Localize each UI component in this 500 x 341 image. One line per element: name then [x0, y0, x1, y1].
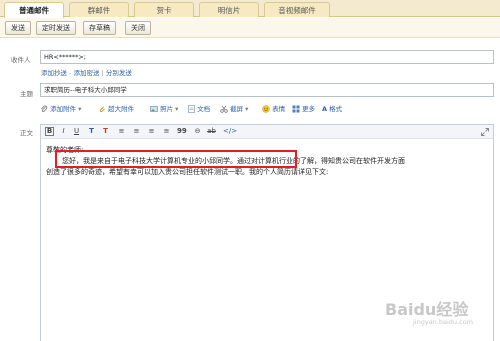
add-bcc-link[interactable]: 添加密送 — [74, 69, 100, 77]
tab-group-mail[interactable]: 群邮件 — [69, 2, 129, 17]
link-separator: | — [101, 69, 104, 77]
large-attachment-button[interactable]: 超大附件 — [98, 103, 134, 113]
expand-icon[interactable] — [481, 128, 489, 136]
screenshot-button[interactable]: 截屏 ▾ — [220, 103, 248, 113]
action-bar: 发送 定时发送 存草稿 关闭 — [0, 18, 500, 38]
recipient-input[interactable]: HR<******>; — [40, 50, 494, 64]
save-draft-button[interactable]: 存草稿 — [83, 21, 116, 35]
large-attachment-label: 超大附件 — [108, 105, 135, 113]
document-icon — [188, 105, 195, 113]
align-left-button[interactable]: ≡ — [117, 127, 126, 136]
mail-type-tabs: 普通邮件 群邮件 贺卡 明信片 音视频邮件 — [0, 0, 500, 18]
tab-postcard[interactable]: 明信片 — [199, 2, 259, 17]
recipient-links: 添加抄送 - 添加密送 | 分别发送 — [41, 67, 132, 77]
photo-button[interactable]: 照片 ▾ — [150, 103, 178, 113]
photo-icon — [150, 106, 158, 112]
watermark-url: jingyan.baidu.com — [413, 318, 473, 326]
more-button[interactable]: 更多 — [292, 103, 315, 113]
link-button[interactable]: ⊖ — [193, 127, 202, 136]
emoji-label: 表情 — [272, 105, 286, 113]
paperclip-icon — [41, 105, 48, 112]
paragraph-line-2: 创造了很多的奇迹，希望有幸可以加入贵公司担任软件测试一职。我的个人简历请详见下文… — [46, 168, 329, 176]
grid-icon — [292, 105, 300, 113]
format-a-icon: A — [322, 105, 328, 113]
underline-button[interactable]: U — [72, 127, 81, 136]
align-center-button[interactable]: ≡ — [132, 127, 141, 136]
send-button[interactable]: 发送 — [5, 21, 31, 35]
font-color-button[interactable]: T — [101, 127, 110, 136]
editor-toolbar: B I U T T ≡ ≡ ≡ ≡ 99 ⊖ ab </> — [41, 125, 493, 139]
chevron-down-icon[interactable]: ▾ — [175, 105, 178, 113]
tab-normal-mail[interactable]: 普通邮件 — [4, 2, 64, 18]
tab-greeting-card[interactable]: 贺卡 — [134, 2, 194, 17]
link-separator: - — [69, 69, 72, 77]
tab-av-mail[interactable]: 音视频邮件 — [264, 2, 330, 17]
photo-label: 照片 — [160, 105, 174, 113]
source-code-button[interactable]: </> — [223, 127, 237, 136]
smiley-icon — [262, 105, 270, 113]
large-attachment-icon — [99, 106, 105, 113]
italic-button[interactable]: I — [59, 127, 68, 136]
document-button[interactable]: 文档 — [188, 103, 210, 113]
add-cc-link[interactable]: 添加抄送 — [41, 69, 67, 77]
watermark-brand: Baidu经验 — [385, 300, 469, 319]
quote-button[interactable]: 99 — [177, 127, 187, 136]
subject-label: 主题 — [20, 90, 33, 98]
screenshot-label: 截屏 — [230, 105, 244, 113]
font-size-button[interactable]: T — [87, 127, 96, 136]
add-attachment-label: 添加附件 — [50, 105, 77, 113]
close-button[interactable]: 关闭 — [125, 21, 151, 35]
subject-input[interactable]: 求职简历--电子科大小邱同学 — [40, 83, 494, 97]
list-button[interactable]: ≡ — [147, 127, 156, 136]
chevron-down-icon[interactable]: ▾ — [245, 105, 248, 113]
add-attachment-button[interactable]: 添加附件 ▾ — [40, 103, 81, 113]
document-label: 文档 — [197, 105, 211, 113]
body-label: 正文 — [20, 129, 33, 137]
separate-send-link[interactable]: 分别发送 — [106, 69, 132, 77]
highlight-box — [55, 150, 297, 168]
strikethrough-button[interactable]: ab — [207, 127, 216, 136]
more-label: 更多 — [302, 105, 316, 113]
format-button[interactable]: A 格式 — [322, 103, 342, 113]
emoji-button[interactable]: 表情 — [262, 103, 285, 113]
indent-button[interactable]: ≡ — [162, 127, 171, 136]
scissors-icon — [220, 105, 228, 113]
watermark: Baidu经验 jingyan.baidu.com — [385, 296, 497, 336]
chevron-down-icon[interactable]: ▾ — [78, 105, 81, 113]
bold-button[interactable]: B — [45, 127, 54, 136]
recipient-label: 收件人 — [11, 56, 31, 64]
scheduled-send-button[interactable]: 定时发送 — [36, 21, 76, 35]
format-label: 格式 — [329, 105, 343, 113]
